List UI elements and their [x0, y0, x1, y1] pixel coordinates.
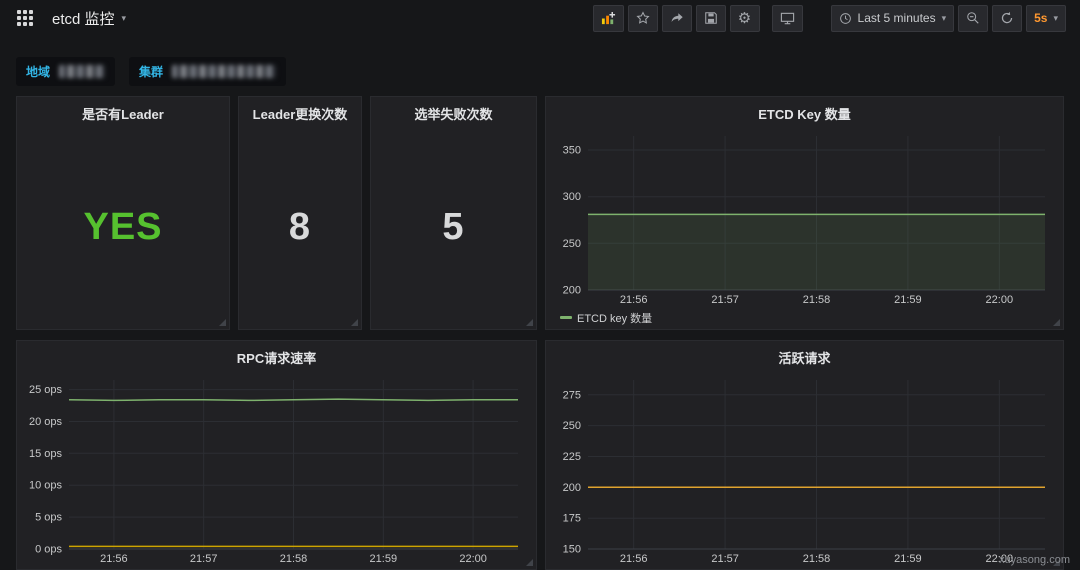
svg-text:250: 250 — [563, 420, 581, 432]
time-range-picker[interactable]: Last 5 minutes ▾ — [831, 5, 955, 32]
stat-value-leader: YES — [17, 125, 229, 329]
refresh-interval-label: 5s — [1034, 11, 1047, 25]
svg-text:225: 225 — [563, 451, 581, 463]
svg-text:21:58: 21:58 — [280, 553, 308, 565]
svg-text:21:56: 21:56 — [620, 553, 648, 565]
caret-down-icon: ▾ — [942, 14, 947, 23]
zoom-out-button[interactable] — [958, 5, 988, 32]
svg-text:22:00: 22:00 — [459, 553, 487, 565]
panel-etcd-key-count: ETCD Key 数量 21:56 21:57 21:58 21:59 22:00 200… — [545, 96, 1064, 330]
svg-text:21:56: 21:56 — [620, 294, 648, 306]
panel-leader-changes: Leader更换次数 8 — [238, 96, 362, 330]
svg-text:175: 175 — [563, 513, 581, 525]
svg-text:5 ops: 5 ops — [35, 512, 62, 524]
svg-text:21:57: 21:57 — [711, 294, 739, 306]
caret-down-icon: ▾ — [1053, 14, 1058, 23]
rpc-rate-chart[interactable]: 21:56 21:57 21:58 21:59 22:00 0 ops 5 ops 10 op… — [21, 372, 530, 567]
svg-text:150: 150 — [563, 544, 581, 556]
legend-entry[interactable]: ETCD key 数量 — [560, 310, 652, 326]
share-button[interactable] — [662, 5, 692, 32]
gear-icon: ⚙ — [738, 11, 751, 26]
refresh-interval-picker[interactable]: 5s ▾ — [1026, 5, 1066, 32]
svg-text:200: 200 — [563, 482, 581, 494]
svg-text:21:58: 21:58 — [803, 294, 831, 306]
svg-text:275: 275 — [563, 389, 581, 401]
save-button[interactable] — [696, 5, 726, 32]
monitor-icon — [780, 11, 795, 26]
svg-text:200: 200 — [563, 285, 581, 297]
star-icon — [636, 11, 650, 25]
variable-cluster-value-redacted[interactable] — [172, 65, 276, 78]
svg-text:300: 300 — [563, 191, 581, 203]
time-range-label: Last 5 minutes — [858, 11, 936, 25]
variable-cluster-label: 集群 — [139, 63, 163, 80]
svg-text:21:59: 21:59 — [894, 553, 922, 565]
legend-label: ETCD key 数量 — [577, 310, 652, 326]
panel-title[interactable]: ETCD Key 数量 — [546, 97, 1063, 125]
svg-text:10 ops: 10 ops — [29, 480, 63, 492]
grid-menu-icon — [17, 10, 33, 26]
etcd-key-count-chart[interactable]: 21:56 21:57 21:58 21:59 22:00 200 250 300 350 — [550, 128, 1057, 308]
svg-text:15 ops: 15 ops — [29, 448, 63, 460]
panel-title[interactable]: 是否有Leader — [17, 97, 229, 125]
chart-legend: ETCD key 数量 — [550, 308, 1057, 327]
topbar: etcd 监控 ▾ — [0, 0, 1080, 36]
zoom-out-icon — [966, 11, 980, 25]
svg-text:21:58: 21:58 — [803, 553, 831, 565]
chart-area: 21:56 21:57 21:58 21:59 22:00 200 250 300 350 ET… — [546, 125, 1063, 329]
svg-text:21:56: 21:56 — [100, 553, 128, 565]
panel-election-failures: 选举失败次数 5 — [370, 96, 537, 330]
variable-region-value-redacted[interactable] — [59, 65, 105, 78]
svg-text:21:57: 21:57 — [711, 553, 739, 565]
save-icon — [704, 11, 718, 25]
panel-title[interactable]: RPC请求速率 — [17, 341, 536, 369]
variable-region[interactable]: 地域 — [16, 57, 115, 86]
chart-area: 21:56 21:57 21:58 21:59 22:00 0 ops 5 ops 10 op… — [17, 369, 536, 569]
svg-text:21:57: 21:57 — [190, 553, 218, 565]
refresh-icon — [1000, 11, 1014, 25]
svg-text:21:59: 21:59 — [894, 294, 922, 306]
stat-value-election-failures: 5 — [371, 125, 536, 329]
panel-rpc-rate: RPC请求速率 21:56 21:57 21:58 21:59 22:00 0 ops 5 … — [16, 340, 537, 570]
dashboard-title[interactable]: etcd 监控 ▾ — [52, 8, 126, 29]
active-requests-chart[interactable]: 21:5621:5721:5821:5922:00150175200225250… — [550, 372, 1057, 567]
stat-value-leader-changes: 8 — [239, 125, 361, 329]
panel-title[interactable]: Leader更换次数 — [239, 97, 361, 125]
star-button[interactable] — [628, 5, 658, 32]
refresh-button[interactable] — [992, 5, 1022, 32]
share-icon — [670, 11, 684, 25]
chart-area: 21:5621:5721:5821:5922:00150175200225250… — [546, 369, 1063, 569]
panel-title[interactable]: 活跃请求 — [546, 341, 1063, 369]
panel-title[interactable]: 选举失败次数 — [371, 97, 536, 125]
panel-active-requests: 活跃请求 21:5621:5721:5821:5922:001501752002… — [545, 340, 1064, 570]
clock-icon — [839, 12, 852, 25]
legend-swatch-icon — [560, 316, 572, 319]
watermark: xuyasong.com — [999, 554, 1070, 566]
caret-down-icon: ▾ — [122, 14, 127, 23]
cycle-view-button[interactable] — [772, 5, 803, 32]
settings-button[interactable]: ⚙ — [730, 5, 760, 32]
svg-text:250: 250 — [563, 238, 581, 250]
svg-text:25 ops: 25 ops — [29, 384, 63, 396]
template-variables: 地域 集群 — [16, 57, 286, 86]
svg-text:350: 350 — [563, 145, 581, 157]
add-panel-icon — [601, 11, 616, 26]
svg-text:0 ops: 0 ops — [35, 544, 62, 556]
svg-text:20 ops: 20 ops — [29, 416, 63, 428]
svg-text:21:59: 21:59 — [370, 553, 398, 565]
grafana-menu-button[interactable] — [12, 5, 38, 31]
variable-cluster[interactable]: 集群 — [129, 57, 286, 86]
variable-region-label: 地域 — [26, 63, 50, 80]
dashboard-title-text: etcd 监控 — [52, 8, 115, 29]
svg-text:22:00: 22:00 — [986, 294, 1014, 306]
add-panel-button[interactable] — [593, 5, 624, 32]
panel-leader-status: 是否有Leader YES — [16, 96, 230, 330]
